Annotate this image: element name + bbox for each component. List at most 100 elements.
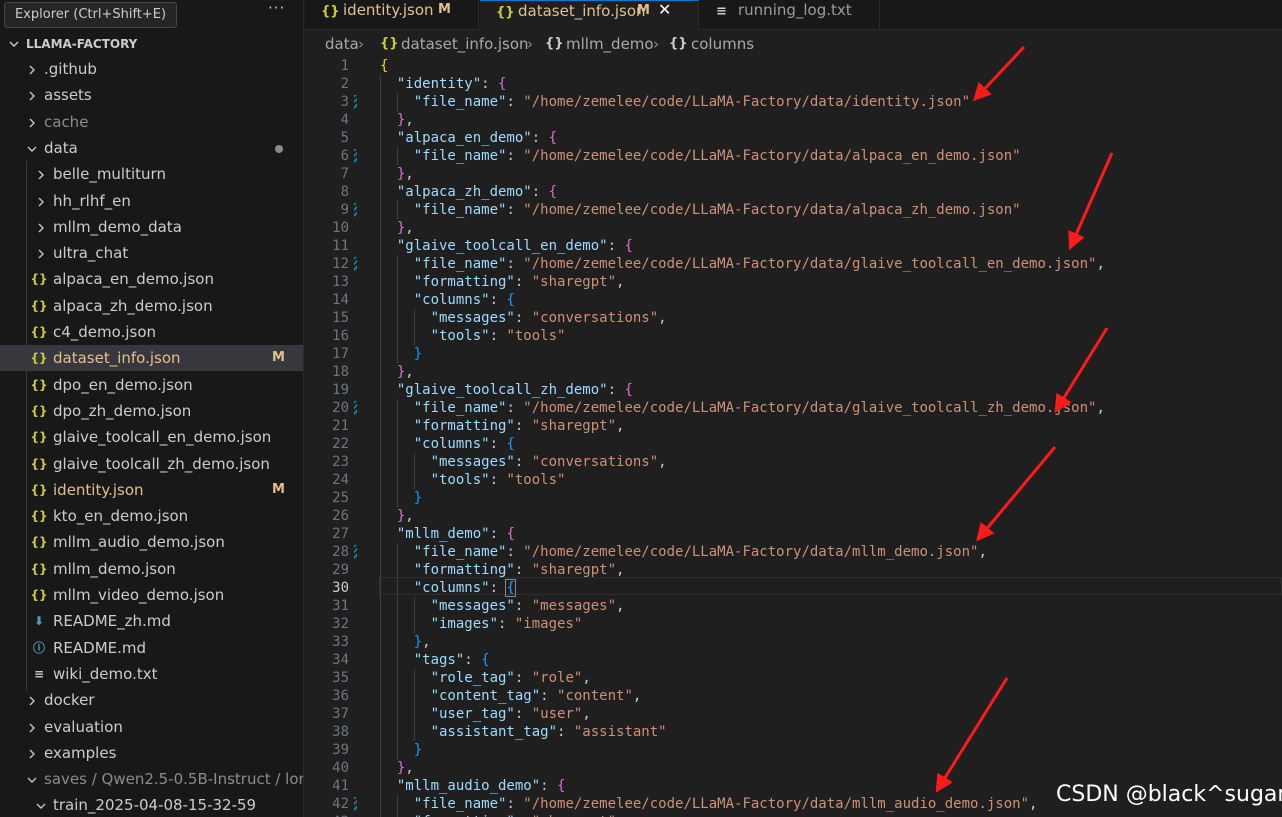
tree-file-mllm-demo-json[interactable]: {} mllm_demo.json [0,556,303,582]
code-token: , [405,508,414,524]
tree-folder-docker[interactable]: docker [0,687,303,713]
code-token: , [616,418,625,434]
breadcrumb: data ›{} dataset_info.json ›{} mllm_demo ›{} c… [305,32,1282,56]
tree-file-wiki-demo-txt[interactable]: ≡ wiki_demo.txt [0,661,303,687]
code-line: 18}, [305,363,1282,381]
tab-identity-json[interactable]: {} identity.json M [305,0,479,30]
breadcrumb-item[interactable]: mllm_demo [566,32,654,56]
breadcrumb-item[interactable]: dataset_info.json [401,32,529,56]
code-token: : [531,184,549,200]
tree-item-label: glaive_toolcall_en_demo.json [53,428,272,446]
code-line: 19 "glaive_toolcall_zh_demo": { [305,381,1282,399]
tree-folder-github[interactable]: .github [0,56,303,82]
code-token: "formatting" [413,562,515,578]
code-token: "mllm_audio_demo" [396,778,541,794]
tree-file-kto-en-demo-json[interactable]: {} kto_en_demo.json [0,503,303,529]
indent-guide [380,453,381,471]
chevron-right-icon: › [653,35,659,53]
code-token: : [607,382,625,398]
code-token: "sharegpt" [531,274,617,290]
modified-badge: M [438,2,451,17]
indent-guide [413,615,415,633]
tree-file-readme-md[interactable]: ⓘ README.md [0,635,303,661]
line-number: 17 [332,346,349,362]
more-actions-icon[interactable]: ··· [268,0,285,16]
tree-folder-ultra-chat[interactable]: ultra_chat [0,240,303,266]
code-line: 37 "user_tag": "user", [305,705,1282,723]
indent-guide [396,543,398,561]
tree-file-glaive-toolcall-en-demo-json[interactable]: {} glaive_toolcall_en_demo.json [0,424,303,450]
code-token: , [978,544,987,560]
tab-dataset-info-json[interactable]: {} dataset_info.json M ✕ [480,0,699,30]
tree-folder-assets[interactable]: assets [0,82,303,108]
tree-file-identity-json[interactable]: {} identity.json M [0,477,303,503]
tree-folder-evaluation[interactable]: evaluation [0,714,303,740]
indent-guide [380,147,381,165]
modified-line-marker [354,95,357,109]
tree-file-glaive-toolcall-zh-demo-json[interactable]: {} glaive_toolcall_zh_demo.json [0,451,303,477]
code-text: "columns": { [414,291,515,309]
line-number: 6 [340,148,349,164]
code-token: , [405,166,414,182]
tab-running-log-txt[interactable]: ≡ running_log.txt [700,0,880,30]
tree-file-alpaca-zh-demo-json[interactable]: {} alpaca_zh_demo.json [0,293,303,319]
breadcrumb-item[interactable]: columns [691,32,754,56]
tree-file-mllm-audio-demo-json[interactable]: {} mllm_audio_demo.json [0,529,303,555]
tree-item-label: data [44,139,78,157]
code-token: : [489,436,507,452]
tree-folder-mllm-demo-data[interactable]: mllm_demo_data [0,214,303,240]
code-token: "file_name" [413,796,507,812]
indent-guide [396,399,398,417]
indent-guide [380,507,381,525]
modified-badge: M [272,350,285,365]
code-token: "file_name" [413,148,507,164]
tree-file-mllm-video-demo-json[interactable]: {} mllm_video_demo.json [0,582,303,608]
line-number: 39 [332,742,349,758]
tree-folder-train-2025-04-08-15-32-59[interactable]: train_2025-04-08-15-32-59 [0,792,303,817]
code-token: { [505,579,516,597]
tree-file-c4-demo-json[interactable]: {} c4_demo.json [0,319,303,345]
tree-folder-belle-multiturn[interactable]: belle_multiturn [0,161,303,187]
code-line: 7}, [305,165,1282,183]
code-token: "glaive_toolcall_zh_demo" [396,382,608,398]
tree-file-dpo-zh-demo-json[interactable]: {} dpo_zh_demo.json [0,398,303,424]
tree-file-alpaca-en-demo-json[interactable]: {} alpaca_en_demo.json [0,266,303,292]
indent-guide [396,147,398,165]
code-token: "file_name" [413,256,507,272]
explorer-root[interactable]: LLAMA-FACTORY [0,33,303,55]
tree-file-dpo-en-demo-json[interactable]: {} dpo_en_demo.json [0,372,303,398]
code-text: "role_tag": "role", [431,669,591,687]
code-token: "columns" [413,292,490,308]
code-text: } [414,741,422,759]
tree-folder-data[interactable]: data [0,135,303,161]
indent-guide [380,381,381,399]
breadcrumb-item[interactable]: data [325,32,359,56]
tree-file-readme-zh-md[interactable]: ⬇ README_zh.md [0,608,303,634]
tree-folder-hh-rlhf-en[interactable]: hh_rlhf_en [0,188,303,214]
code-token: , [616,274,625,290]
code-line: 22 "columns": { [305,435,1282,453]
tree-folder-cache[interactable]: cache [0,109,303,135]
code-token: "content" [557,688,633,704]
code-token: "file_name" [413,94,507,110]
modified-line-marker [354,797,357,811]
json-file-icon: {} [380,36,399,51]
code-token: "conversations" [531,310,659,326]
text-file-icon: ≡ [33,667,45,681]
code-token: : [489,328,507,344]
code-token: { [498,76,507,92]
code-token: "messages" [430,598,515,614]
tree-file-dataset-info-json[interactable]: {} dataset_info.json M [0,345,303,371]
close-tab-icon[interactable]: ✕ [658,0,671,20]
tree-folder-saves-qwen2-5-0-5b-instruct-lora[interactable]: saves / Qwen2.5-0.5B-Instruct / lora [0,766,303,792]
code-token: "/home/zemelee/code/LLaMA-Factory/data/g… [523,400,1097,416]
code-line: 5 "alpaca_en_demo": { [305,129,1282,147]
tree-folder-examples[interactable]: examples [0,740,303,766]
text-file-icon: ≡ [716,4,727,19]
code-text: "file_name": "/home/zemelee/code/LLaMA-F… [414,543,987,561]
code-editor[interactable]: 1{2 "identity": {3 "file_name": "/home/zem… [305,56,1282,817]
line-number: 38 [332,724,349,740]
code-token: : [540,778,558,794]
indent-guide [380,255,381,273]
line-number: 8 [340,184,349,200]
